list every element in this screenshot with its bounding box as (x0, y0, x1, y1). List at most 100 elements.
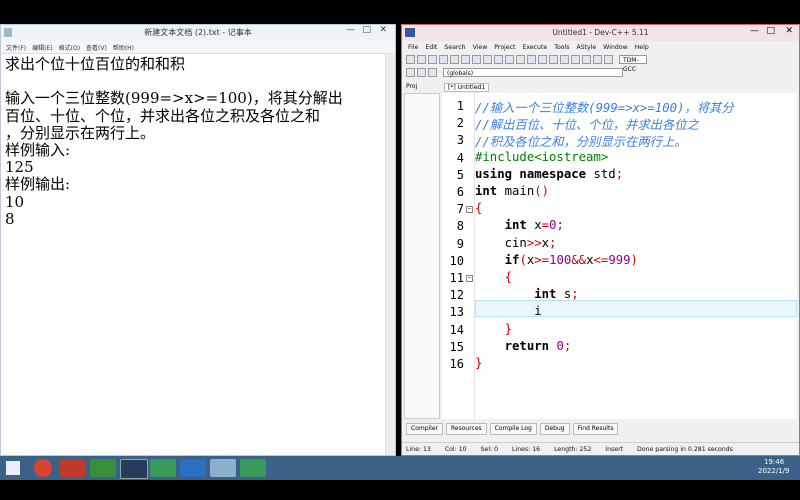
code-line[interactable]: { (475, 201, 482, 215)
clock-time[interactable]: 19:46 (764, 458, 784, 466)
find-icon[interactable] (494, 55, 503, 64)
notepad-minimize-button[interactable]: — (346, 25, 355, 35)
line-number: 2 (456, 116, 464, 131)
bookmark-icon[interactable] (417, 68, 426, 77)
menu-help[interactable]: 帮助(H) (113, 43, 134, 52)
menu-execute[interactable]: Execute (522, 44, 547, 51)
code-line[interactable]: //输入一个三位整数(999=>x>=100)，将其分 (475, 98, 734, 116)
recorder-icon[interactable] (240, 459, 266, 477)
status-col: Col: 10 (444, 445, 467, 453)
notepad-titlebar[interactable]: 新建文本文档 (2).txt - 记事本 — □ ✕ (1, 25, 395, 41)
notepad-maximize-button[interactable]: □ (362, 25, 371, 35)
line-number: 7 (456, 202, 464, 217)
main-toolbar: TDM-GCC (402, 53, 799, 73)
system-tray[interactable] (660, 462, 750, 472)
replace-icon[interactable] (505, 55, 514, 64)
save-all-icon[interactable] (439, 55, 448, 64)
devcpp-titlebar[interactable]: Untitled1 - Dev-C++ 5.11 — □ ✕ (402, 25, 799, 41)
code-line[interactable]: #include<iostream> (475, 150, 608, 164)
notepad-text-area[interactable]: 求出个位十位百位的和和积 输入一个三位整数(999=>x>=100)，将其分解出… (1, 54, 395, 230)
devcpp-taskbar-icon[interactable] (120, 459, 148, 479)
new-file-icon[interactable] (406, 55, 415, 64)
fold-toggle-icon[interactable]: − (466, 206, 473, 214)
menu-format[interactable]: 格式(O) (59, 43, 80, 52)
compile-icon[interactable] (538, 55, 547, 64)
project-icon[interactable] (593, 55, 602, 64)
chrome-icon[interactable] (34, 459, 52, 477)
code-line[interactable]: //积及各位之和，分别显示在两行上。 (475, 132, 687, 150)
code-line[interactable]: //解出百位、十位、个位，并求出各位之 (475, 115, 699, 133)
menu-search[interactable]: Search (444, 44, 465, 51)
code-line[interactable]: i (475, 304, 541, 318)
code-editor[interactable]: 1 2 3 4 5 6 7−8 9 10 11−12 13 14 15 16 //输入一个三位整数(999… (442, 93, 797, 419)
code-line[interactable]: using namespace std; (475, 167, 623, 181)
run-icon[interactable] (549, 55, 558, 64)
line-number: 9 (456, 236, 464, 251)
tab-project[interactable]: Proj (406, 83, 417, 90)
undo-icon[interactable] (472, 55, 481, 64)
line-number: 14 (449, 322, 464, 337)
devcpp-minimize-button[interactable]: — (750, 26, 759, 36)
rebuild-icon[interactable] (571, 55, 580, 64)
code-line[interactable]: if(x>=100&&x<=999) (475, 253, 638, 267)
chart-icon[interactable] (604, 55, 613, 64)
clock-date[interactable]: 2022/1/9 (758, 467, 789, 475)
tab-debug[interactable]: Debug (539, 423, 570, 435)
menu-view[interactable]: View (473, 44, 488, 51)
unindent-icon[interactable] (527, 55, 536, 64)
menu-tools[interactable]: Tools (554, 44, 569, 51)
code-line[interactable]: int main() (475, 184, 549, 198)
menu-project[interactable]: Project (494, 44, 515, 51)
camtasia-icon[interactable] (150, 459, 176, 477)
notepad-close-button[interactable]: ✕ (379, 25, 387, 35)
debug-icon[interactable] (582, 55, 591, 64)
fold-toggle-icon[interactable]: − (466, 275, 473, 282)
save-icon[interactable] (428, 55, 437, 64)
code-line[interactable]: cin>>x; (475, 236, 557, 250)
menu-file[interactable]: 文件(F) (6, 43, 26, 52)
redo-icon[interactable] (483, 55, 492, 64)
project-panel[interactable] (404, 93, 440, 419)
windows-start-icon[interactable] (6, 461, 20, 475)
line-gutter: 1 2 3 4 5 6 7−8 9 10 11−12 13 14 15 16 (442, 93, 475, 419)
code-line[interactable]: { (475, 270, 512, 284)
tab-compile-log[interactable]: Compile Log (489, 423, 537, 435)
screen-border (0, 480, 800, 500)
menu-help[interactable]: Help (635, 44, 649, 51)
code-line[interactable]: int s; (475, 287, 578, 301)
tab-compiler[interactable]: Compiler (406, 423, 444, 435)
menu-window[interactable]: Window (603, 44, 627, 51)
menu-edit[interactable]: 编辑(E) (32, 43, 52, 52)
menu-edit[interactable]: Edit (425, 44, 437, 51)
line-number: 8 (456, 219, 464, 234)
menu-view[interactable]: 查看(V) (86, 43, 107, 52)
star-app-icon[interactable] (180, 459, 206, 477)
code-line[interactable]: } (475, 356, 482, 370)
goto-icon[interactable] (406, 68, 415, 77)
scope-select[interactable]: (globals) (443, 68, 623, 77)
devcpp-close-button[interactable]: ✕ (785, 26, 793, 36)
indent-icon[interactable] (516, 55, 525, 64)
class-icon[interactable] (428, 68, 437, 77)
security-shield-icon[interactable] (90, 459, 116, 477)
notepad-menubar: 文件(F) 编辑(E) 格式(O) 查看(V) 帮助(H) (1, 41, 395, 54)
code-line[interactable]: int x=0; (475, 218, 564, 232)
tab-resources[interactable]: Resources (446, 423, 487, 435)
print-icon[interactable] (461, 55, 470, 64)
code-line[interactable]: } (475, 322, 512, 336)
close-file-icon[interactable] (450, 55, 459, 64)
notepad-taskbar-icon[interactable] (210, 459, 236, 477)
notepad-scrollbar[interactable] (385, 53, 395, 455)
xmind-icon[interactable] (60, 459, 86, 477)
tab-untitled1[interactable]: [*] Untitled1 (444, 83, 490, 92)
compile-run-icon[interactable] (560, 55, 569, 64)
status-message: Done parsing in 0.281 seconds (637, 445, 733, 453)
devcpp-maximize-button[interactable]: □ (766, 26, 775, 36)
menu-astyle[interactable]: AStyle (576, 44, 596, 51)
open-file-icon[interactable] (417, 55, 426, 64)
compiler-select[interactable]: TDM-GCC (619, 55, 647, 73)
code-line[interactable]: return 0; (475, 339, 572, 353)
menu-file[interactable]: File (408, 44, 418, 51)
tab-find-results[interactable]: Find Results (572, 423, 619, 435)
bottom-tab-bar: Compiler Resources Compile Log Debug Fin… (402, 423, 799, 435)
